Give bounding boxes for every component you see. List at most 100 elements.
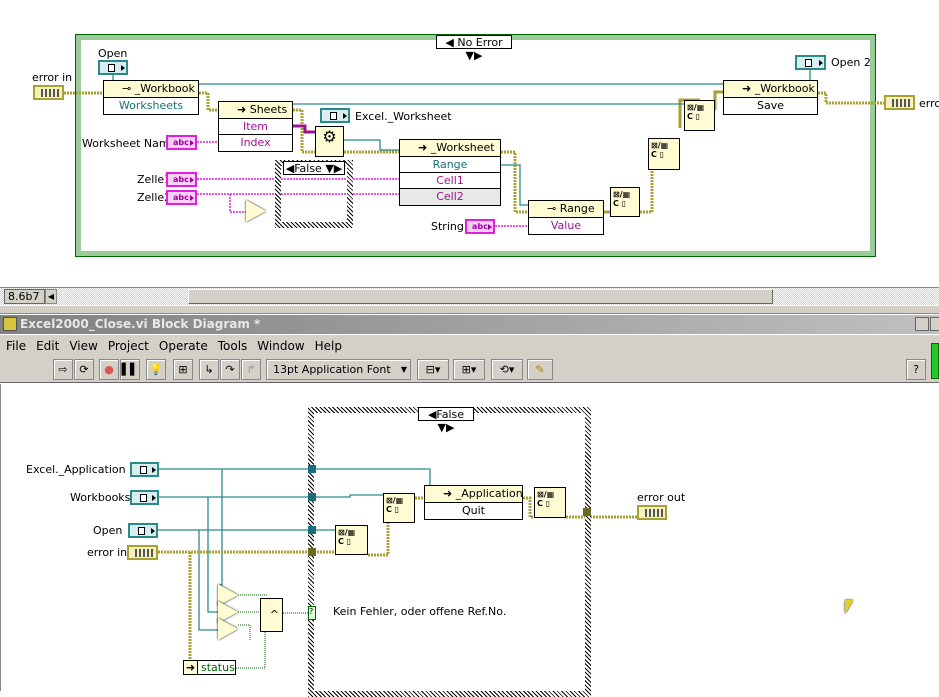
tunnel <box>308 526 316 534</box>
maximize-button[interactable] <box>930 317 939 331</box>
error-in-label: error in <box>32 71 73 84</box>
menu-bar: File Edit View Project Operate Tools Window Hel… <box>0 335 939 356</box>
open2-label: Open 2 <box>831 56 871 69</box>
workbook-property-node[interactable]: ⊸ _Workbook Worksheets <box>103 80 199 115</box>
title-bar[interactable]: Excel2000_Close.vi Block Diagram * <box>0 315 939 334</box>
version-label: 8.6b7 <box>4 289 45 304</box>
menu-window[interactable]: Window <box>257 339 304 353</box>
clean-up-diagram-button[interactable]: ✎ <box>527 359 553 380</box>
reorder-button[interactable]: ⟲▾ <box>491 359 523 380</box>
close-reference-icon[interactable]: ⊠/▦ C ▯ <box>610 187 640 217</box>
item-method[interactable]: Item <box>219 119 292 135</box>
inner-case-selector-label: False <box>294 162 322 175</box>
menu-file[interactable]: File <box>6 339 26 353</box>
font-select[interactable]: 13pt Application Font ▼ <box>266 359 411 380</box>
node-class: _Worksheet <box>430 141 495 154</box>
zelle2-control[interactable]: abc <box>166 190 197 205</box>
open-control-bottom[interactable] <box>128 523 158 538</box>
labview-icon <box>3 317 17 331</box>
worksheet-name-label: Worksheet Name <box>82 137 177 150</box>
menu-edit[interactable]: Edit <box>36 339 59 353</box>
font-select-value: 13pt Application Font <box>273 363 391 376</box>
tunnel <box>308 465 316 473</box>
menu-operate[interactable]: Operate <box>159 339 208 353</box>
error-wire <box>199 91 218 112</box>
worksheets-property[interactable]: Worksheets <box>104 98 198 114</box>
pause-button[interactable]: ▌▌ <box>120 359 140 380</box>
error-in-control-bottom[interactable] <box>127 545 158 560</box>
index-param[interactable]: Index <box>219 135 292 151</box>
tunnel <box>583 508 591 516</box>
empty-string-compare-icon[interactable] <box>246 200 266 222</box>
workbooks-control[interactable] <box>130 490 159 505</box>
abort-button[interactable]: ● <box>99 359 119 380</box>
application-invoke-node[interactable]: ➜ _Application Quit <box>424 485 523 520</box>
diagram-left-edge <box>0 384 1 691</box>
close-reference-icon[interactable]: ⊠/▦ C ▯ <box>534 487 566 518</box>
error-wire <box>818 91 884 105</box>
worksheet-name-control[interactable]: abc <box>166 135 197 150</box>
unbundle-arrow-icon: ➜ <box>184 661 198 674</box>
menu-view[interactable]: View <box>69 339 97 353</box>
step-over-button[interactable]: ↷ <box>220 359 240 380</box>
string-label: String <box>431 220 464 233</box>
error-in-control[interactable] <box>33 85 64 100</box>
variant-wire <box>293 124 315 134</box>
excel-worksheet-label: Excel._Worksheet <box>355 110 452 123</box>
range-property-node[interactable]: ⊸ Range Value <box>528 200 604 235</box>
worksheet-invoke-node[interactable]: ➜ _Worksheet Range Cell1 Cell2 <box>399 139 501 206</box>
error-wire <box>501 150 528 214</box>
context-help-button[interactable]: ? <box>906 359 926 380</box>
open2-control[interactable] <box>795 55 826 70</box>
inner-case-selector[interactable]: ◀False ▼▶ <box>283 161 345 175</box>
zelle1-control[interactable]: abc <box>166 172 197 187</box>
error-out-label: error <box>919 97 939 110</box>
case-selector-bottom[interactable]: ◀False ▼▶ <box>418 407 474 434</box>
cell2-param[interactable]: Cell2 <box>400 189 500 205</box>
not-a-refnum-icon[interactable] <box>218 618 238 640</box>
step-out-button[interactable]: ↱ <box>241 359 261 380</box>
retain-wire-values-button[interactable]: ⊞ <box>173 359 193 380</box>
run-button[interactable]: ⇨ <box>53 359 73 380</box>
error-in-label-bottom: error in <box>87 546 128 559</box>
quit-method[interactable]: Quit <box>425 503 522 519</box>
close-reference-icon[interactable]: ⊠/▦ C ▯ <box>383 493 415 523</box>
distribute-objects-button[interactable]: ⊞▾ <box>453 359 485 380</box>
mouse-cursor-icon <box>845 600 853 614</box>
close-reference-icon[interactable]: ⊠/▦ C ▯ <box>335 525 368 555</box>
error-out-label-bottom: error out <box>637 491 686 504</box>
highlight-execution-button[interactable]: 💡 <box>146 359 166 380</box>
open-control[interactable] <box>98 60 128 75</box>
node-class: Range <box>559 202 595 215</box>
workbooks-label: Workbooks <box>70 491 131 504</box>
node-class: _Workbook <box>754 82 815 95</box>
excel-worksheet-control[interactable] <box>320 108 350 123</box>
step-into-button[interactable]: ↳ <box>199 359 219 380</box>
case-selector-bottom-label: False <box>436 408 465 421</box>
run-continuously-button[interactable]: ⟳ <box>74 359 94 380</box>
tunnel <box>308 548 316 556</box>
align-objects-button[interactable]: ⊟▾ <box>417 359 449 380</box>
scroll-thumb[interactable] <box>188 289 773 304</box>
close-reference-icon[interactable]: ⊠/▦ C ▯ <box>684 100 715 131</box>
window-title: Excel2000_Close.vi Block Diagram * <box>20 317 261 331</box>
range-method[interactable]: Range <box>400 157 500 173</box>
workbook-save-node[interactable]: ➜ _Workbook Save <box>723 80 818 115</box>
cell1-param[interactable]: Cell1 <box>400 173 500 189</box>
error-out-indicator-bottom[interactable] <box>637 505 667 520</box>
minimize-button[interactable] <box>915 317 929 331</box>
compound-and-node[interactable]: ^ <box>260 598 283 632</box>
error-out-indicator[interactable] <box>884 95 915 110</box>
close-reference-icon[interactable]: ⊠/▦ C ▯ <box>648 138 680 170</box>
sheets-invoke-node[interactable]: ➜ Sheets Item Index <box>218 101 293 152</box>
scroll-left-button[interactable]: ◀ <box>45 289 57 304</box>
save-method[interactable]: Save <box>724 98 817 114</box>
menu-help[interactable]: Help <box>315 339 342 353</box>
excel-application2-control[interactable] <box>130 462 159 477</box>
string-control[interactable]: abc <box>465 219 495 234</box>
menu-tools[interactable]: Tools <box>218 339 248 353</box>
variant-to-data-icon[interactable]: ⚙ <box>315 126 344 157</box>
unbundle-status-node[interactable]: ➜ status <box>183 660 236 675</box>
value-property[interactable]: Value <box>529 218 603 234</box>
menu-project[interactable]: Project <box>108 339 149 353</box>
